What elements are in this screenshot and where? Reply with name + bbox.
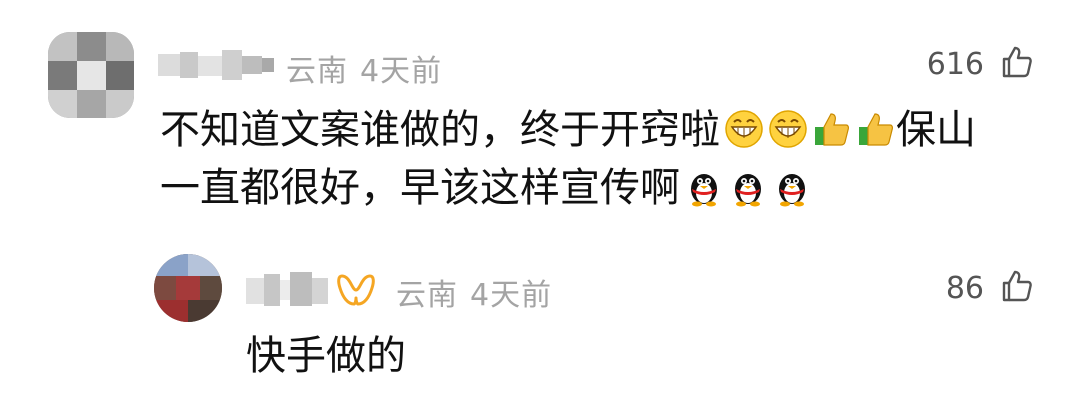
comment-text-line1: 不知道文案谁做的，终于开窍啦 <box>160 107 720 153</box>
comment-time: 4天前 <box>470 278 553 313</box>
grin-emoji <box>724 109 764 149</box>
comment-text: 不知道文案谁做的，终于开窍啦 保山 <box>160 100 976 160</box>
username-blurred[interactable] <box>158 46 276 84</box>
like-count: 86 <box>945 271 984 306</box>
penguin-emoji <box>728 167 768 207</box>
comment-text-continued: 一直都很好，早该这样宣传啊 <box>160 158 812 218</box>
comment-text-line2: 一直都很好，早该这样宣传啊 <box>160 165 680 211</box>
comment-text-line1-tail: 保山 <box>896 107 976 153</box>
penguin-emoji <box>684 167 724 207</box>
comment-meta: 云南 4天前 <box>396 270 552 314</box>
thumbs-up-emoji <box>856 109 896 149</box>
username-blurred[interactable] <box>246 270 330 310</box>
comment-time: 4天前 <box>360 54 443 89</box>
user-avatar[interactable] <box>48 32 134 118</box>
comment-item: 云南 4天前 616 不知道文案谁做的，终于开窍啦 保山 一直都很好，早该这样宣传啊 <box>0 0 1080 240</box>
thumbs-up-emoji <box>812 109 852 149</box>
comment-meta: 云南 4天前 <box>286 46 442 90</box>
thumbs-up-outline-icon[interactable] <box>998 268 1034 304</box>
reply-text: 快手做的 <box>246 333 406 379</box>
comment-location: 云南 <box>286 54 348 89</box>
author-badge-icon <box>337 274 375 306</box>
thumbs-up-outline-icon[interactable] <box>998 44 1034 80</box>
comment-location: 云南 <box>396 278 458 313</box>
like-count: 616 <box>926 47 984 82</box>
penguin-emoji <box>772 167 812 207</box>
user-avatar[interactable] <box>154 254 222 322</box>
grin-emoji <box>768 109 808 149</box>
